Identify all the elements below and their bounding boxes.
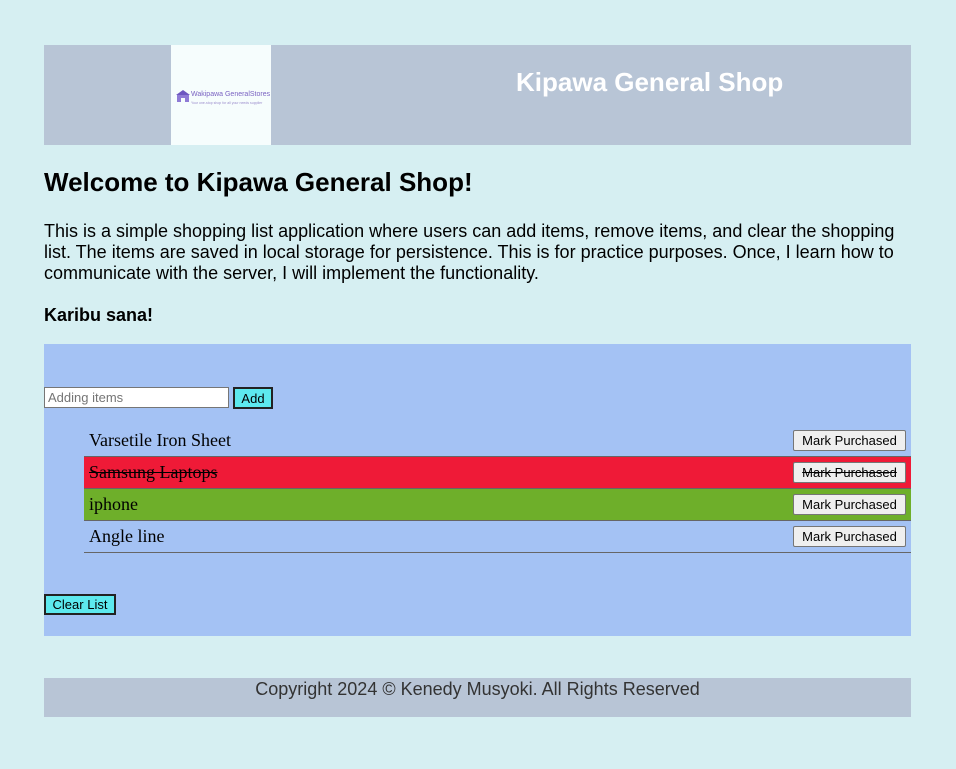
greeting-text: Karibu sana! bbox=[44, 305, 154, 325]
site-header: Wakipawa GeneralStores Your one-stop sho… bbox=[44, 45, 911, 145]
store-logo: Wakipawa GeneralStores Your one-stop sho… bbox=[171, 45, 271, 145]
item-input[interactable] bbox=[44, 387, 229, 408]
mark-purchased-button[interactable]: Mark Purchased bbox=[793, 526, 906, 547]
shopping-items-list: Varsetile Iron Sheet Mark Purchased Sams… bbox=[84, 425, 911, 553]
site-title: Kipawa General Shop bbox=[516, 67, 784, 97]
list-item: iphone Mark Purchased bbox=[84, 489, 911, 521]
welcome-heading: Welcome to Kipawa General Shop! bbox=[44, 167, 473, 197]
list-item: Angle line Mark Purchased bbox=[84, 521, 911, 553]
store-logo-icon bbox=[176, 90, 190, 102]
mark-purchased-button[interactable]: Mark Purchased bbox=[793, 494, 906, 515]
mark-purchased-button[interactable]: Mark Purchased bbox=[793, 430, 906, 451]
list-item: Samsung Laptops Mark Purchased bbox=[84, 457, 911, 489]
shopping-list-panel: Add Varsetile Iron Sheet Mark Purchased … bbox=[44, 344, 911, 636]
intro-paragraph: This is a simple shopping list applicati… bbox=[44, 221, 895, 283]
item-name: Varsetile Iron Sheet bbox=[89, 430, 231, 450]
list-item: Varsetile Iron Sheet Mark Purchased bbox=[84, 425, 911, 457]
mark-purchased-button[interactable]: Mark Purchased bbox=[793, 462, 906, 483]
item-name: Samsung Laptops bbox=[89, 462, 218, 482]
item-name: iphone bbox=[89, 494, 138, 514]
add-item-button[interactable]: Add bbox=[233, 387, 273, 409]
item-name: Angle line bbox=[89, 526, 165, 546]
logo-tagline: Your one-stop shop for all your needs su… bbox=[191, 101, 263, 105]
copyright-text: Copyright 2024 © Kenedy Musyoki. All Rig… bbox=[255, 679, 700, 699]
site-footer: Copyright 2024 © Kenedy Musyoki. All Rig… bbox=[44, 678, 911, 717]
logo-name: Wakipawa GeneralStores bbox=[191, 91, 271, 98]
clear-list-button[interactable]: Clear List bbox=[44, 594, 116, 615]
